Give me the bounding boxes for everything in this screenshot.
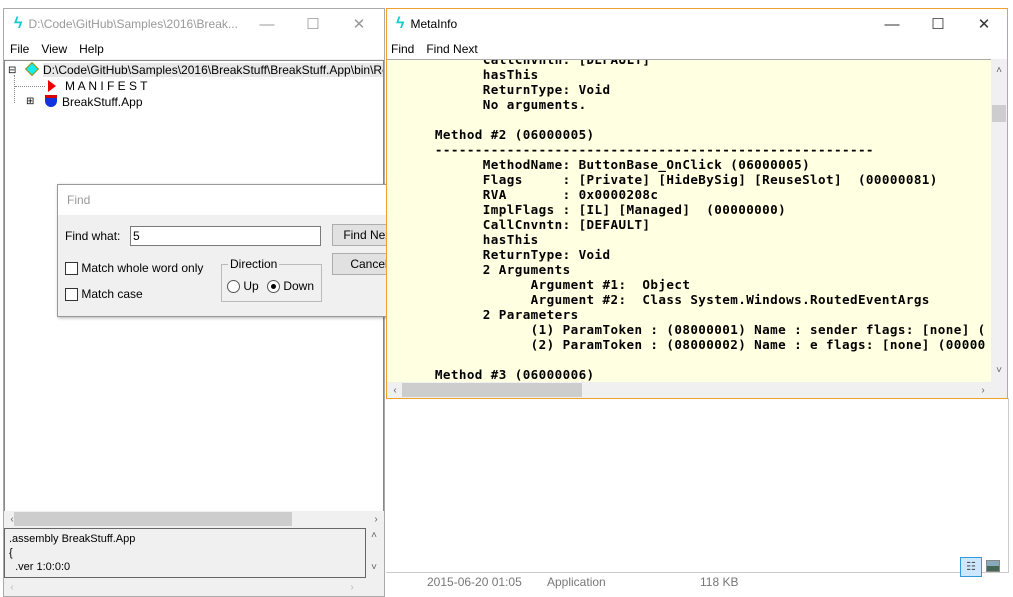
- metainfo-line: Argument #1: Object: [387, 277, 691, 292]
- menu-file[interactable]: File: [4, 42, 35, 56]
- find-what-label: Find what:: [65, 229, 121, 243]
- metainfo-line: No arguments.: [387, 97, 587, 112]
- metainfo-horizontal-scrollbar[interactable]: ‹ ›: [387, 382, 1007, 398]
- app-lightning-icon: ϟ: [396, 15, 405, 32]
- scroll-up-icon[interactable]: ˄: [366, 530, 382, 541]
- tree-root[interactable]: D:\Code\GitHub\Samples\2016\BreakStuff\B…: [43, 63, 383, 77]
- close-button[interactable]: ✕: [961, 9, 1007, 39]
- scrollbar-thumb[interactable]: [14, 512, 292, 526]
- scroll-right-icon: ›: [350, 581, 354, 593]
- metainfo-line: 2 Arguments: [387, 262, 571, 277]
- metainfo-title: MetaInfo: [410, 17, 458, 31]
- metainfo-window: ϟ MetaInfo — ☐ ✕ Find Find Next CallCnvn…: [386, 8, 1008, 399]
- menu-help[interactable]: Help: [73, 42, 110, 56]
- scroll-left-icon[interactable]: ‹: [387, 385, 403, 396]
- details-line: .assembly BreakStuff.App: [9, 533, 136, 545]
- scroll-up-icon[interactable]: ˄: [991, 65, 1007, 76]
- match-whole-word-checkbox[interactable]: Match whole word only: [65, 261, 204, 276]
- namespace-shield-icon: [45, 95, 57, 107]
- close-button[interactable]: ✕: [336, 9, 382, 39]
- title-bar: ϟ D:\Code\GitHub\Samples\2016\Break... —…: [4, 9, 384, 39]
- direction-group: Direction Up Down: [221, 257, 322, 302]
- scroll-left-icon: ‹: [10, 581, 14, 593]
- expand-icon[interactable]: ⊞: [26, 96, 34, 107]
- menu-find-next[interactable]: Find Next: [418, 42, 485, 56]
- metainfo-line: ----------------------------------------…: [387, 142, 874, 157]
- metainfo-line: hasThis: [387, 232, 539, 247]
- minimize-button[interactable]: —: [869, 9, 915, 39]
- details-line: .ver 1:0:0:0: [9, 561, 71, 573]
- metainfo-title-bar: ϟ MetaInfo — ☐ ✕: [387, 9, 1007, 39]
- metainfo-menu-bar: Find Find Next: [387, 39, 1007, 59]
- metainfo-line: (1) ParamToken : (08000001) Name : sende…: [387, 322, 986, 337]
- metainfo-line: hasThis: [387, 67, 539, 82]
- radio-circle[interactable]: [227, 280, 240, 294]
- tree-line: [15, 86, 45, 87]
- tree-item-breakstuff-app[interactable]: BreakStuff.App: [62, 95, 143, 109]
- window-title: D:\Code\GitHub\Samples\2016\Break...: [28, 17, 238, 31]
- menu-find[interactable]: Find: [387, 42, 418, 56]
- metainfo-line: Method #3 (06000006): [387, 367, 595, 382]
- metainfo-line: RVA : 0x0000208c: [387, 187, 659, 202]
- metainfo-line: ImplFlags : [IL] [Managed] (00000000): [387, 202, 787, 217]
- checkbox-box[interactable]: [65, 262, 78, 276]
- explorer-pane: [386, 398, 1009, 573]
- metainfo-line: 2 Parameters: [387, 307, 579, 322]
- metainfo-vertical-scrollbar[interactable]: ˄ ˅: [991, 59, 1007, 382]
- radio-circle[interactable]: [267, 280, 280, 294]
- tree-item-manifest[interactable]: M A N I F E S T: [65, 79, 147, 93]
- explorer-row-type: Application: [547, 575, 606, 589]
- match-whole-word-label: Match whole word only: [81, 261, 204, 275]
- details-horizontal-scrollbar: ‹ ›: [4, 579, 384, 595]
- find-dialog: Find ✕ Find what: Match whole word only …: [57, 184, 413, 317]
- large-icons-view-icon[interactable]: [986, 560, 1000, 572]
- metainfo-line: [387, 112, 991, 127]
- scroll-right-icon[interactable]: ›: [975, 385, 991, 396]
- assembly-diamond-icon: [24, 61, 40, 77]
- scrollbar-thumb[interactable]: [402, 383, 582, 397]
- details-view-icon[interactable]: ☷: [960, 557, 982, 577]
- scrollbar-thumb[interactable]: [992, 105, 1006, 122]
- details-line: {: [9, 547, 13, 559]
- metainfo-line: (2) ParamToken : (08000002) Name : e fla…: [387, 337, 986, 352]
- details-text-pane[interactable]: .assembly BreakStuff.App { .ver 1:0:0:0: [4, 528, 366, 578]
- metainfo-line: [387, 352, 991, 367]
- maximize-button[interactable]: ☐: [290, 9, 336, 39]
- up-label: Up: [243, 279, 259, 293]
- metainfo-line: ReturnType: Void: [387, 247, 611, 262]
- tree-line: [14, 75, 15, 103]
- find-dialog-title: Find: [67, 193, 91, 207]
- tree-horizontal-scrollbar[interactable]: ‹ ›: [4, 511, 384, 527]
- app-lightning-icon: ϟ: [14, 15, 23, 32]
- menu-view[interactable]: View: [35, 42, 73, 56]
- maximize-button[interactable]: ☐: [915, 9, 961, 39]
- find-what-input[interactable]: [130, 226, 321, 246]
- scroll-down-icon[interactable]: ˅: [366, 562, 382, 573]
- details-vertical-scrollbar[interactable]: ˄ ˅: [366, 528, 382, 578]
- metainfo-line: CallCnvntn: [DEFAULT]: [387, 217, 651, 232]
- checkbox-box[interactable]: [65, 288, 78, 302]
- find-title-bar: Find ✕: [58, 185, 412, 215]
- collapse-icon[interactable]: ⊟: [8, 65, 16, 76]
- manifest-icon: [48, 80, 56, 92]
- metainfo-line: MethodName: ButtonBase_OnClick (06000005…: [387, 157, 811, 172]
- metainfo-line: Flags : [Private] [HideBySig] [ReuseSlot…: [387, 172, 938, 187]
- menu-bar: File View Help: [4, 39, 384, 59]
- direction-up-radio[interactable]: Up: [227, 279, 259, 294]
- metainfo-line: Method #2 (06000005): [387, 127, 595, 142]
- minimize-button[interactable]: —: [244, 9, 290, 39]
- scroll-right-icon[interactable]: ›: [368, 514, 384, 525]
- metainfo-line: CallCnvntn: [DEFAULT]: [387, 59, 651, 67]
- down-label: Down: [283, 279, 315, 293]
- match-case-label: Match case: [81, 287, 143, 301]
- explorer-row-size: 118 KB: [700, 575, 739, 589]
- metainfo-text-area[interactable]: CallCnvntn: [DEFAULT] hasThis ReturnType…: [387, 59, 991, 382]
- metainfo-line: Argument #2: Class System.Windows.Routed…: [387, 292, 930, 307]
- metainfo-line: ReturnType: Void: [387, 82, 611, 97]
- explorer-row-date: 2015-06-20 01:05: [427, 575, 522, 589]
- direction-down-radio[interactable]: Down: [267, 279, 315, 294]
- direction-label: Direction: [228, 257, 280, 271]
- match-case-checkbox[interactable]: Match case: [65, 287, 143, 302]
- scroll-down-icon[interactable]: ˅: [991, 365, 1007, 376]
